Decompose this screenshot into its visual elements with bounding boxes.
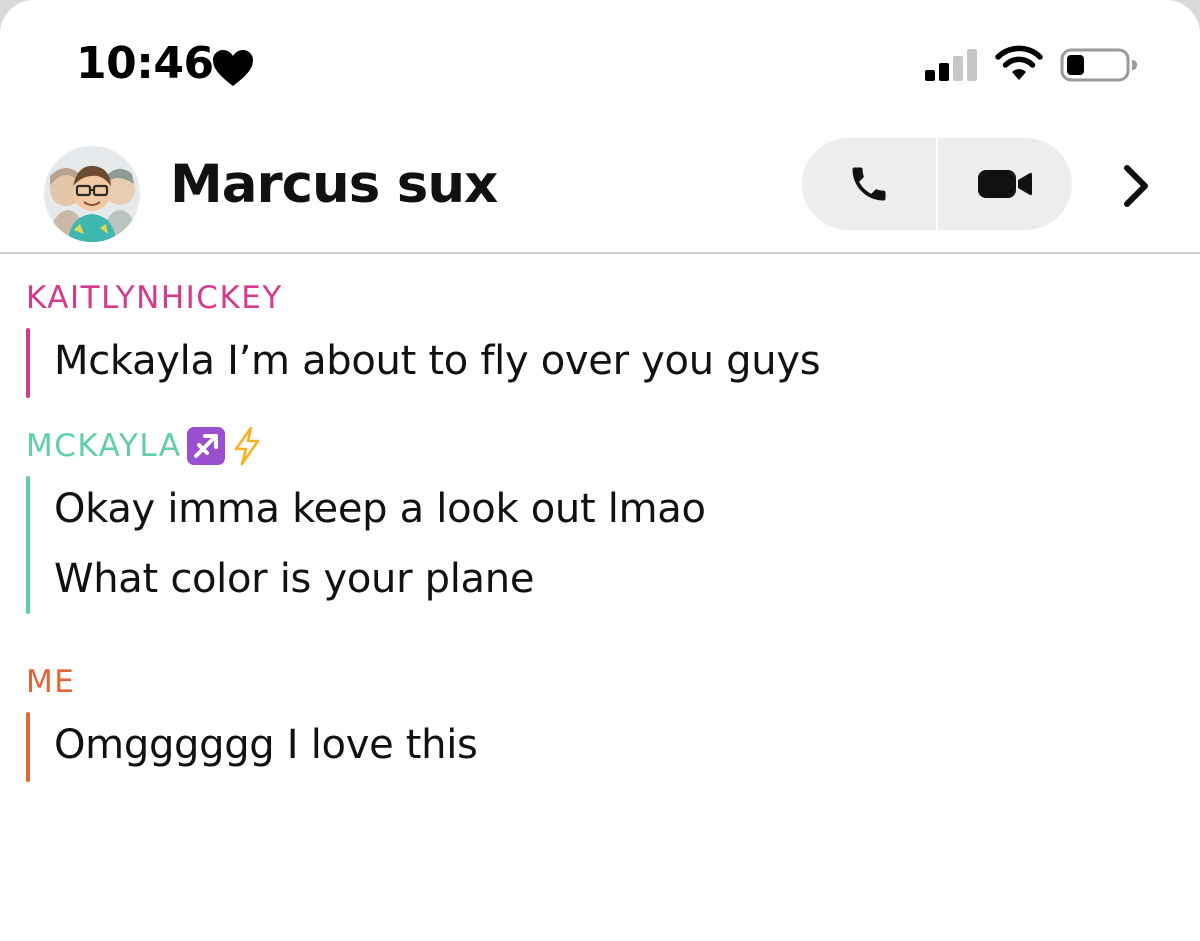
wifi-icon	[995, 45, 1043, 80]
message-text[interactable]: Okay imma keep a look out lmao	[54, 474, 706, 544]
heart-icon	[213, 50, 253, 86]
sender-name-row[interactable]: MCKAYLA	[26, 426, 262, 466]
chevron-right-icon	[1124, 165, 1148, 207]
video-camera-icon	[978, 170, 1032, 198]
message-text[interactable]: Omgggggg I love this	[54, 710, 478, 780]
sender-color-bar	[26, 712, 30, 782]
sagittarius-emoji	[186, 427, 225, 465]
sender-name[interactable]: ME	[26, 664, 75, 700]
message-list: KAITLYNHICKEY Mckayla I’m about to fly o…	[0, 254, 1200, 941]
avatar-image	[48, 165, 138, 242]
chat-header: Marcus sux	[0, 120, 1200, 254]
sender-name: MCKAYLA	[26, 428, 182, 464]
sender-color-bar	[26, 328, 30, 398]
sender-name[interactable]: KAITLYNHICKEY	[26, 280, 283, 316]
message-text[interactable]: Mckayla I’m about to fly over you guys	[54, 326, 821, 396]
battery-icon	[1060, 48, 1137, 82]
phone-icon	[852, 167, 886, 201]
cellular-signal-icon	[925, 49, 977, 81]
status-bar: 10:46	[0, 0, 1200, 120]
voice-call-button[interactable]	[802, 138, 936, 230]
status-time: 10:46	[76, 38, 214, 89]
group-avatar[interactable]	[44, 146, 140, 242]
chat-screen: 10:46 Marcus sux KAITLYNHICKEY Mckayla I…	[0, 0, 1200, 941]
chat-title[interactable]: Marcus sux	[170, 150, 498, 220]
call-button-group	[802, 138, 1072, 230]
message-text[interactable]: What color is your plane	[54, 544, 534, 614]
lightning-bolt-emoji	[234, 426, 259, 466]
video-call-button[interactable]	[938, 138, 1072, 230]
chat-details-button[interactable]	[1108, 156, 1164, 216]
sender-color-bar	[26, 476, 30, 614]
